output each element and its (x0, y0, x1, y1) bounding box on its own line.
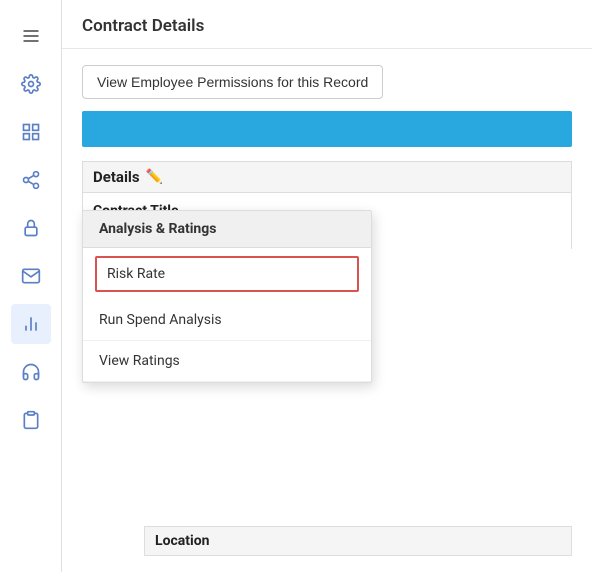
details-label: Details (93, 168, 140, 186)
sidebar-item-support[interactable] (11, 352, 51, 392)
sidebar-item-settings[interactable] (11, 64, 51, 104)
analysis-ratings-dropdown: Analysis & Ratings Risk Rate Run Spend A… (82, 210, 372, 383)
sidebar-item-lock[interactable] (11, 208, 51, 248)
sidebar-item-dashboard[interactable] (11, 112, 51, 152)
sidebar-item-share[interactable] (11, 160, 51, 200)
location-label: Location (144, 526, 572, 556)
view-permissions-button[interactable]: View Employee Permissions for this Recor… (82, 65, 383, 99)
dropdown-item-risk-rate[interactable]: Risk Rate (95, 256, 359, 292)
page-title: Contract Details (82, 16, 204, 36)
blue-progress-bar (82, 111, 572, 147)
permissions-section: View Employee Permissions for this Recor… (62, 49, 592, 99)
sidebar-item-clipboard[interactable] (11, 400, 51, 440)
details-header: Details ✏️ (82, 161, 572, 193)
sidebar-item-chart[interactable] (11, 304, 51, 344)
dropdown-item-run-spend-analysis[interactable]: Run Spend Analysis (83, 300, 371, 341)
edit-icon[interactable]: ✏️ (146, 169, 163, 185)
dropdown-header: Analysis & Ratings (83, 211, 371, 248)
sidebar (0, 0, 62, 572)
main-content: Contract Details View Employee Permissio… (62, 0, 592, 572)
dropdown-item-view-ratings[interactable]: View Ratings (83, 341, 371, 382)
page-header: Contract Details (62, 0, 592, 49)
sidebar-item-mail[interactable] (11, 256, 51, 296)
sidebar-item-menu[interactable] (11, 16, 51, 56)
